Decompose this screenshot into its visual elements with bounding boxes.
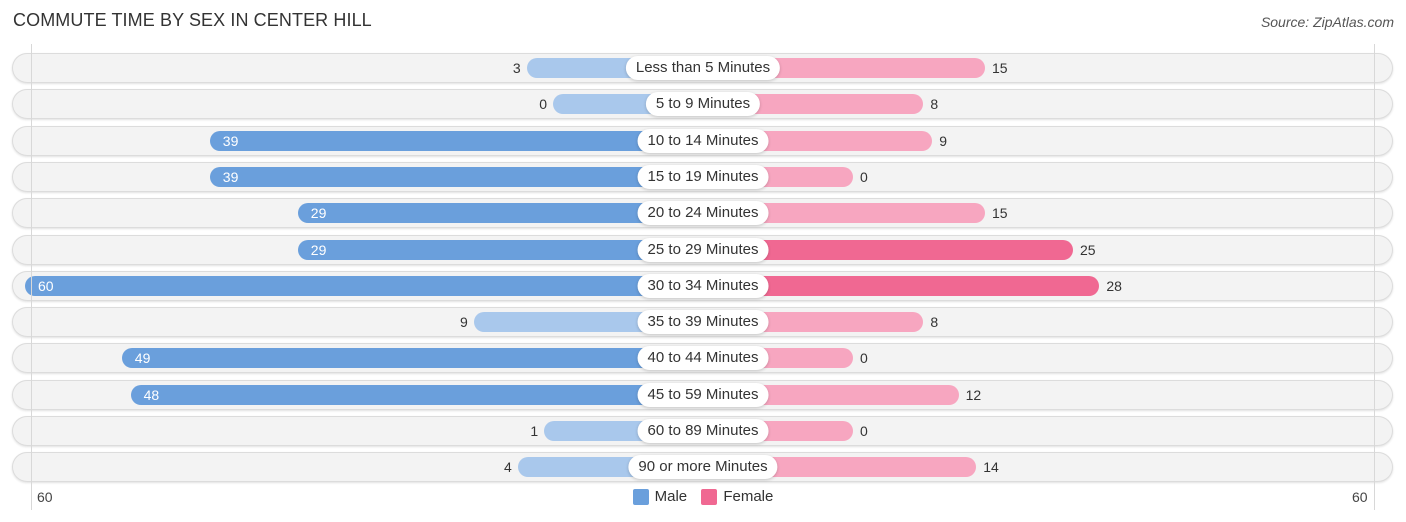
- bar-male: [130, 385, 703, 405]
- category-label: 45 to 59 Minutes: [637, 383, 769, 407]
- value-label-female: 0: [860, 350, 868, 366]
- category-label: 15 to 19 Minutes: [637, 165, 769, 189]
- category-label: 40 to 44 Minutes: [637, 346, 769, 370]
- source-label: Source: ZipAtlas.com: [1260, 14, 1394, 30]
- value-label-female: 28: [1106, 278, 1122, 294]
- value-label-female: 14: [983, 459, 999, 475]
- bar-male: [209, 131, 703, 151]
- value-label-male: 48: [143, 387, 160, 403]
- legend: Male Female: [0, 488, 1406, 509]
- value-label-male: 29: [310, 205, 327, 221]
- bar-male: [209, 167, 703, 187]
- value-label-male: 1: [530, 423, 539, 439]
- value-label-male: 39: [222, 169, 239, 185]
- value-label-female: 8: [930, 314, 939, 330]
- value-label-female: 0: [860, 423, 868, 439]
- legend-label-female: Female: [723, 488, 774, 505]
- legend-item-male: Male: [632, 488, 688, 505]
- legend-item-female: Female: [701, 488, 773, 505]
- legend-swatch-male: [632, 488, 649, 505]
- category-label: 90 or more Minutes: [628, 455, 778, 479]
- category-label: 35 to 39 Minutes: [637, 310, 769, 334]
- value-label-male: 29: [310, 242, 327, 258]
- value-label-male: 49: [134, 350, 151, 366]
- value-label-female: 15: [992, 205, 1008, 221]
- axis-line-left: [31, 44, 32, 510]
- chart-title: COMMUTE TIME BY SEX IN CENTER HILL: [13, 10, 372, 30]
- value-label-male: 9: [460, 314, 468, 330]
- legend-label-male: Male: [654, 488, 688, 505]
- axis-line-right: [1374, 44, 1375, 510]
- category-label: Less than 5 Minutes: [625, 56, 781, 80]
- bar-male: [121, 348, 703, 368]
- category-label: 20 to 24 Minutes: [637, 201, 769, 225]
- value-label-female: 0: [860, 169, 868, 185]
- value-label-female: 15: [992, 60, 1008, 76]
- value-label-female: 8: [930, 96, 939, 112]
- value-label-male: 4: [504, 459, 512, 475]
- value-label-male: 60: [38, 278, 54, 294]
- category-label: 25 to 29 Minutes: [637, 238, 769, 262]
- category-label: 60 to 89 Minutes: [637, 419, 769, 443]
- value-label-male: 0: [539, 96, 547, 112]
- value-label-female: 9: [939, 133, 947, 149]
- bar-male: [25, 276, 703, 296]
- category-label: 5 to 9 Minutes: [645, 92, 761, 116]
- value-label-male: 3: [512, 60, 521, 76]
- value-label-male: 39: [222, 133, 239, 149]
- value-label-female: 12: [965, 387, 982, 403]
- value-label-female: 25: [1080, 242, 1096, 258]
- category-label: 10 to 14 Minutes: [637, 129, 769, 153]
- legend-swatch-female: [701, 488, 718, 505]
- category-label: 30 to 34 Minutes: [637, 274, 769, 298]
